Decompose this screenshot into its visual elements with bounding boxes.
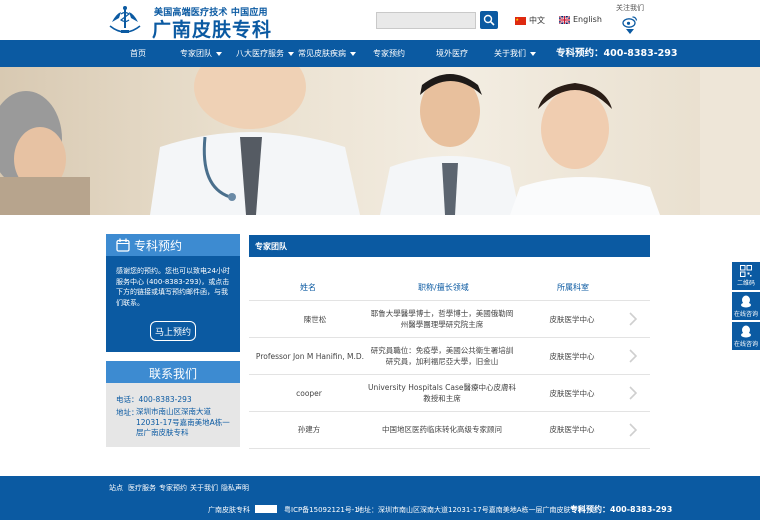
float-qr-code[interactable]: 二维码 [732, 262, 760, 290]
expert-dept: 皮肤医学中心 [549, 389, 595, 398]
qq-icon [741, 325, 751, 338]
nav-item-label: 境外医疗 [436, 49, 468, 58]
nav-item-label: 专家团队 [180, 49, 212, 58]
expert-name: Professor Jon M Hanifin, M.D. [255, 352, 365, 361]
footer-icp[interactable]: 粤ICP备15092121号-1 [284, 505, 359, 515]
footer-link-about[interactable]: 关于我们 [190, 483, 218, 493]
footer: 站点 医疗服务 专家预约 关于我们 隐私声明 广南皮肤专科 粤ICP备15092… [0, 476, 760, 520]
logo-emblem-icon[interactable] [106, 4, 144, 36]
search-icon [483, 14, 495, 26]
logo-brand[interactable]: 广南皮肤专科 [152, 15, 272, 42]
expert-dept: 皮肤医学中心 [549, 425, 595, 434]
caret-down-icon [530, 51, 536, 56]
lang-english-link[interactable]: English [559, 15, 602, 24]
nav-item-label: 关于我们 [494, 49, 526, 58]
section-header: 专家团队 [249, 235, 650, 257]
footer-link-sitemap[interactable]: 站点 [109, 483, 123, 493]
expert-title: 研究員職位：免疫學，美國公共衛生署培訓研究員，加利福尼亞大學，旧金山 [370, 346, 514, 366]
contact-panel: 联系我们 电话：400-8383-293 地址： 深圳市南山区深南大道12031… [106, 361, 240, 447]
appointment-panel-title: 专科预约 [134, 239, 183, 253]
expert-title: 耶鲁大學醫學博士，哲學博士，美國俄勒岡州醫學團理學研究院主席 [370, 309, 514, 329]
hero-banner [0, 67, 760, 215]
caret-down-icon [350, 51, 356, 56]
footer-hotline: 专科预约：400-8383-293 [570, 505, 673, 514]
cnzz-badge-icon[interactable] [255, 505, 277, 513]
nav-item-label: 首页 [130, 49, 146, 58]
header: 美国高端医疗技术 中国应用 广南皮肤专科 中文 English 关注我们 [0, 0, 760, 42]
footer-link-services[interactable]: 医疗服务 [128, 483, 156, 493]
nav-item-label: 常见皮肤疾病 [298, 49, 346, 58]
float-online-consult-label: 在线咨询 [733, 311, 758, 318]
expert-title: 中国地区医药临床转化高级专家顾问 [382, 425, 502, 434]
contact-phone: 电话：400-8383-293 [116, 395, 192, 404]
contact-panel-title: 联系我们 [148, 367, 197, 381]
footer-link-appointment[interactable]: 专家预约 [159, 483, 187, 493]
nav-item-experts[interactable]: 专家团队 [180, 40, 222, 67]
expert-title: University Hospitals Case醫療中心皮膚科教授和主席 [368, 383, 516, 403]
nav-hotline: 专科预约：400-8383-293 [556, 48, 678, 59]
nav-item-appointment[interactable]: 专家预约 [373, 40, 405, 67]
float-qr-code-label: 二维码 [736, 280, 755, 287]
column-header-name: 姓名 [300, 283, 316, 292]
nav-item-about[interactable]: 关于我们 [494, 40, 536, 67]
section-title: 专家团队 [255, 242, 287, 251]
float-online-consult-label: 在线咨询 [733, 341, 758, 348]
china-flag-icon [515, 16, 526, 25]
weibo-icon [622, 16, 638, 28]
appointment-panel-text: 感谢您的预约。您也可以致电24小时服务中心 (400-8383-293)，或点击… [116, 267, 230, 307]
nav-item-label: 八大医疗服务 [236, 49, 284, 58]
footer-brand: 广南皮肤专科 [208, 506, 250, 514]
footer-address: 地址：深圳市南山区深南大道12031-17号嘉南美地A栋一层广南皮肤专科 [357, 506, 585, 514]
chevron-right-icon [629, 349, 638, 363]
nav-item-overseas[interactable]: 境外医疗 [436, 40, 468, 67]
expert-dept: 皮肤医学中心 [549, 352, 595, 361]
table-divider [249, 448, 650, 449]
search-button[interactable] [480, 11, 498, 29]
search-input[interactable] [376, 12, 476, 29]
footer-link-privacy[interactable]: 隐私声明 [221, 483, 249, 493]
qr-code-icon [740, 265, 752, 277]
chevron-down-icon [626, 29, 634, 34]
float-online-consult-2[interactable]: 在线咨询 [732, 322, 760, 350]
lang-chinese-link[interactable]: 中文 [515, 15, 545, 26]
chevron-right-icon [629, 312, 638, 326]
caret-down-icon [288, 51, 294, 56]
contact-panel-header: 联系我们 [106, 361, 240, 383]
nav-item-home[interactable]: 首页 [130, 40, 146, 67]
calendar-icon [116, 238, 130, 252]
float-online-consult-1[interactable]: 在线咨询 [732, 292, 760, 320]
expert-name: cooper [296, 389, 322, 398]
doctors-photo [0, 67, 760, 215]
expert-name: 陳世松 [303, 315, 327, 324]
column-header-title: 职称/擅长领域 [418, 283, 469, 292]
table-divider [249, 337, 650, 338]
lang-english-label: English [573, 15, 602, 24]
nav-item-diseases[interactable]: 常见皮肤疾病 [298, 40, 356, 67]
book-now-button[interactable]: 马上预约 [150, 321, 196, 341]
page: 美国高端医疗技术 中国应用 广南皮肤专科 中文 English 关注我们 首页 … [0, 0, 760, 520]
nav-item-label: 专家预约 [373, 49, 405, 58]
qq-icon [741, 295, 751, 308]
appointment-panel-header: 专科预约 [106, 234, 240, 256]
expert-name: 孙建方 [297, 425, 321, 434]
caret-down-icon [216, 51, 222, 56]
contact-address: 深圳市南山区深南大道12031-17号嘉南美地A栋一层广南皮肤专科 [136, 407, 230, 437]
follow-us-label: 关注我们 [616, 4, 644, 12]
table-divider [249, 374, 650, 375]
lang-chinese-label: 中文 [529, 16, 545, 25]
column-header-dept: 所属科室 [557, 283, 589, 292]
uk-flag-icon [559, 15, 570, 24]
chevron-right-icon [629, 386, 638, 400]
table-divider [249, 411, 650, 412]
table-divider [249, 300, 650, 301]
nav-item-services[interactable]: 八大医疗服务 [236, 40, 294, 67]
expert-dept: 皮肤医学中心 [549, 315, 595, 324]
chevron-right-icon [629, 423, 638, 437]
follow-us[interactable]: 关注我们 [612, 3, 648, 34]
main-nav: 首页 专家团队 八大医疗服务 常见皮肤疾病 专家预约 境外医疗 关于我们 专科预… [0, 40, 760, 67]
